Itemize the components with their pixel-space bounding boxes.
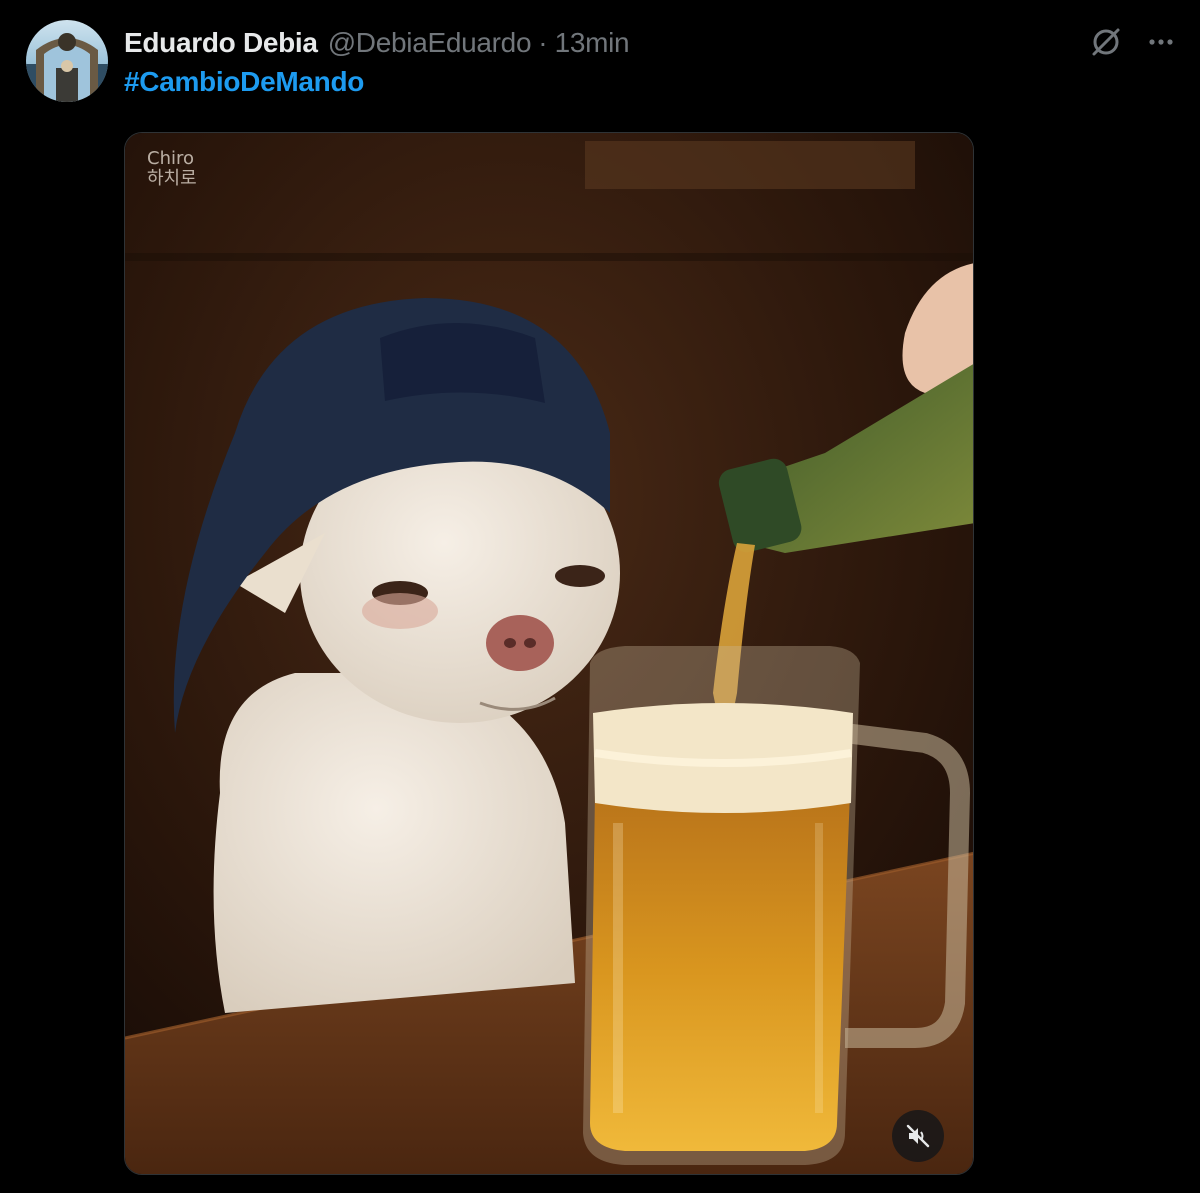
avatar-image [26, 20, 108, 102]
separator-dot: · [538, 27, 548, 58]
tweet-header: Eduardo Debia @DebiaEduardo · 13min [124, 24, 630, 62]
image-watermark: Chiro 하치로 [147, 149, 197, 189]
media-photo [125, 133, 973, 1174]
volume-muted-icon [906, 1124, 930, 1148]
hashtag-link[interactable]: #CambioDeMando [124, 66, 364, 98]
mute-toggle-button[interactable] [892, 1110, 944, 1162]
profile-avatar[interactable] [26, 20, 108, 102]
user-handle[interactable]: @DebiaEduardo [328, 27, 532, 59]
more-options-icon [1149, 39, 1173, 45]
grok-button[interactable] [1086, 22, 1126, 62]
watermark-line-1: Chiro [147, 148, 194, 169]
tweet-media[interactable]: Chiro 하치로 [124, 132, 974, 1175]
watermark-line-2: 하치로 [147, 168, 197, 189]
timestamp[interactable]: 13min [555, 27, 630, 59]
more-options-button[interactable] [1141, 22, 1181, 62]
grok-icon [1092, 28, 1120, 56]
display-name[interactable]: Eduardo Debia [124, 27, 318, 59]
tweet[interactable]: Eduardo Debia @DebiaEduardo · 13min #Cam… [0, 0, 1200, 1193]
